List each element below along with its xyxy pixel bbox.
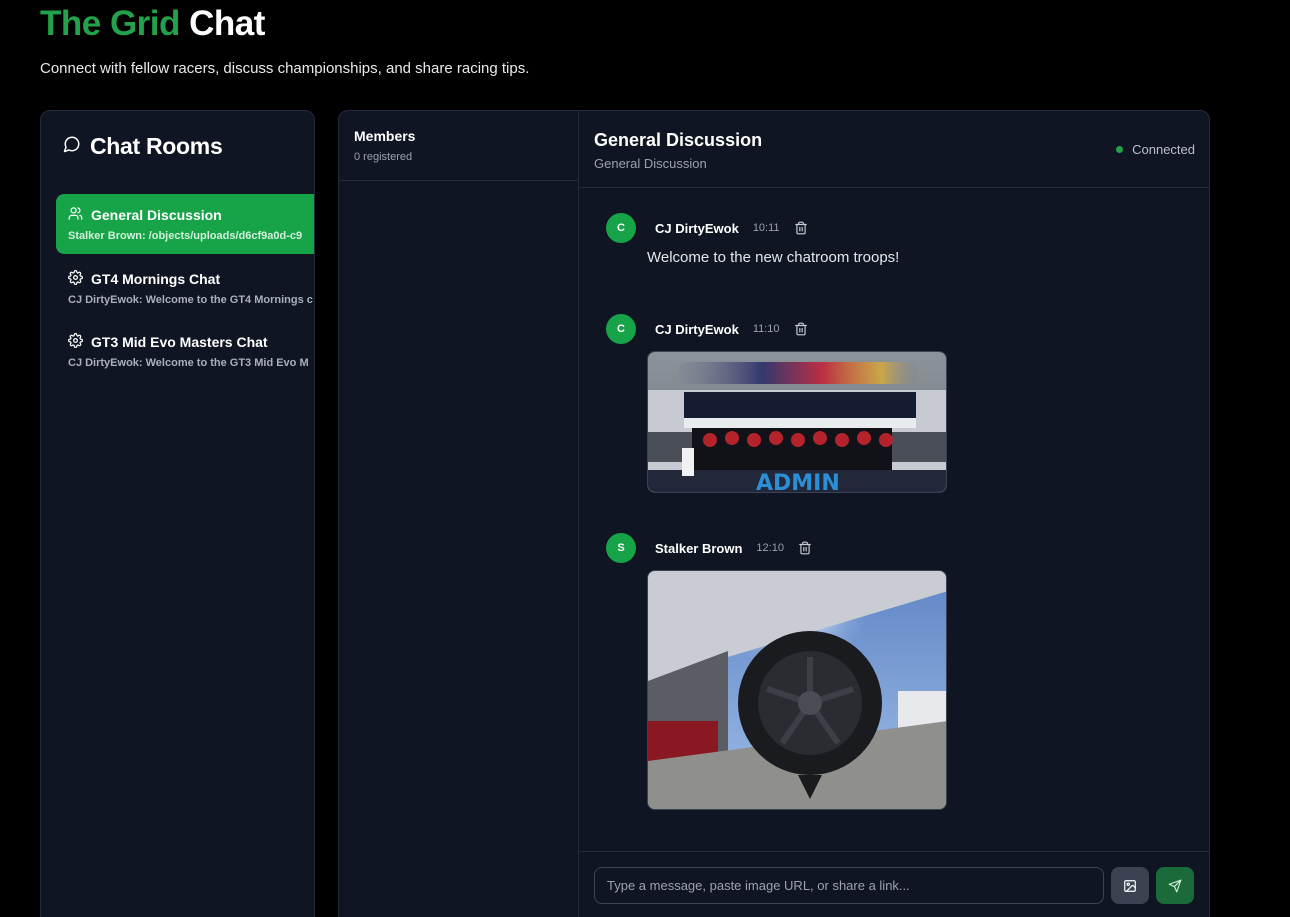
room-gt4-mornings-chat[interactable]: GT4 Mornings Chat CJ DirtyEwok: Welcome … (56, 258, 314, 318)
sidebar-title: Chat Rooms (90, 133, 223, 159)
chat-area: General Discussion General Discussion Co… (579, 111, 1209, 917)
message-image-pit-wall[interactable]: ADMIN (647, 351, 947, 493)
chat-rooms-sidebar: Chat Rooms General Discussion Stalker Br… (40, 110, 315, 917)
message: S Stalker Brown 12:10 (606, 533, 947, 810)
attach-image-button[interactable] (1111, 867, 1149, 904)
members-count: 0 registered (354, 151, 413, 163)
message-author[interactable]: CJ DirtyEwok (655, 221, 739, 236)
message-text: Welcome to the new chatroom troops! (647, 249, 900, 266)
status-label: Connected (1132, 142, 1195, 157)
sidebar-header: Chat Rooms (63, 133, 223, 160)
room-name: GT3 Mid Evo Masters Chat (91, 334, 268, 350)
message-image-tyre[interactable] (647, 570, 947, 810)
image-icon (1124, 879, 1136, 892)
message-input[interactable] (594, 867, 1104, 904)
trash-icon (794, 221, 807, 235)
chat-main-panel: Members 0 registered General Discussion … (338, 110, 1210, 917)
room-name: General Discussion (91, 207, 222, 223)
avatar: C (606, 314, 636, 344)
send-button[interactable] (1156, 867, 1194, 904)
page-title-brand: The Grid (40, 4, 180, 43)
trash-icon (799, 541, 811, 555)
message-composer (579, 851, 1209, 917)
delete-message-button[interactable] (794, 221, 808, 235)
connection-status: Connected (1116, 142, 1195, 157)
message: C CJ DirtyEwok 10:11 Welcome to the new … (606, 213, 899, 266)
page-subtitle: Connect with fellow racers, discuss cham… (40, 60, 530, 77)
message-time: 12:10 (756, 542, 784, 554)
admin-watermark: ADMIN (756, 471, 840, 493)
message-author[interactable]: Stalker Brown (655, 541, 742, 556)
members-panel: Members 0 registered (339, 111, 579, 917)
room-preview: CJ DirtyEwok: Welcome to the GT3 Mid Evo… (68, 357, 309, 369)
trash-icon (794, 322, 807, 336)
avatar: S (606, 533, 636, 563)
room-name: GT4 Mornings Chat (91, 271, 221, 287)
gear-icon (68, 270, 83, 288)
room-gt3-mid-evo-masters-chat[interactable]: GT3 Mid Evo Masters Chat CJ DirtyEwok: W… (56, 321, 314, 381)
delete-message-button[interactable] (798, 541, 812, 555)
chat-subtitle: General Discussion (594, 156, 707, 171)
racing-pit-wall-photo: ADMIN (648, 352, 946, 493)
status-dot-icon (1116, 146, 1124, 153)
send-icon (1168, 879, 1182, 892)
message-time: 10:11 (752, 222, 780, 234)
delete-message-button[interactable] (794, 322, 808, 336)
message: C CJ DirtyEwok 11:10 ADMIN (606, 314, 947, 493)
members-header: Members 0 registered (339, 111, 578, 181)
message-author[interactable]: CJ DirtyEwok (655, 322, 739, 337)
page-title: The Grid Chat (40, 4, 265, 44)
chat-header: General Discussion General Discussion Co… (579, 111, 1209, 188)
room-preview: Stalker Brown: /objects/uploads/d6cf9a0d… (68, 230, 303, 242)
gear-icon (68, 333, 83, 351)
room-general-discussion[interactable]: General Discussion Stalker Brown: /objec… (56, 194, 314, 254)
chat-bubble-icon (63, 135, 81, 158)
users-icon (68, 206, 83, 224)
race-tyre-photo (648, 571, 946, 809)
members-title: Members (354, 128, 416, 144)
room-preview: CJ DirtyEwok: Welcome to the GT4 Morning… (68, 294, 313, 306)
page-title-suffix: Chat (189, 4, 265, 43)
avatar: C (606, 213, 636, 243)
message-time: 11:10 (752, 323, 780, 335)
